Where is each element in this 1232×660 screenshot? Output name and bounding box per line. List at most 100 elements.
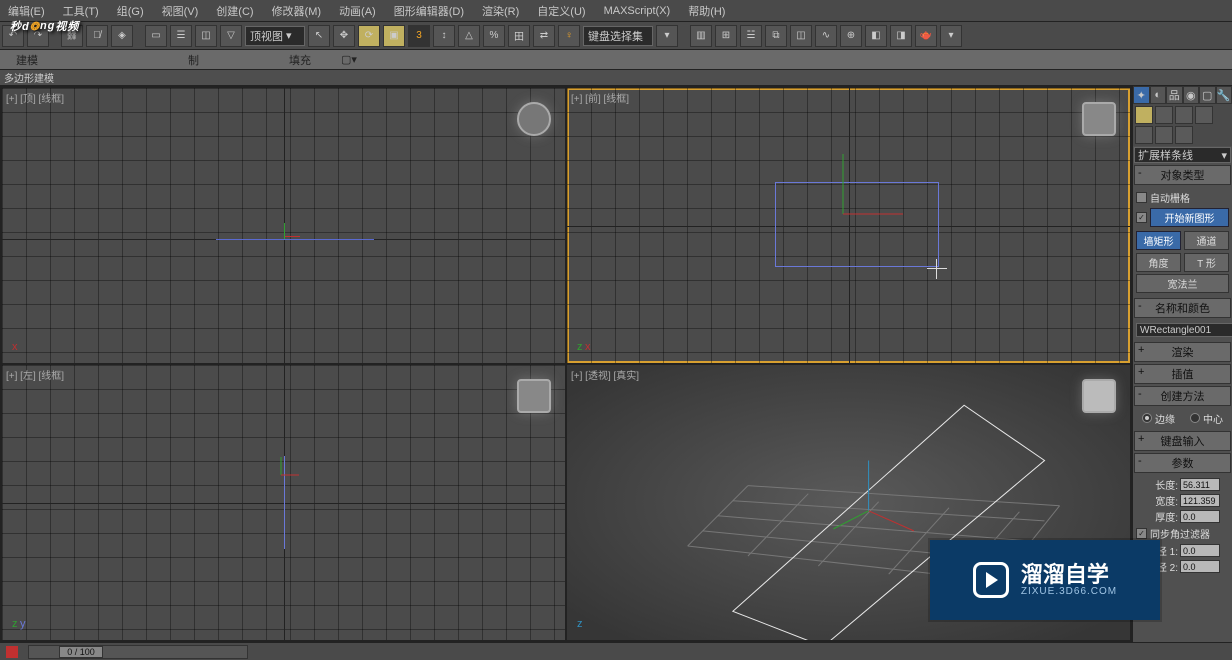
corner-radius2-input[interactable] bbox=[1180, 560, 1220, 573]
angle-button[interactable]: 角度 bbox=[1136, 253, 1181, 272]
object-name-input[interactable] bbox=[1136, 323, 1232, 337]
align2-button[interactable]: ⊞ bbox=[715, 25, 737, 47]
render-setup-button[interactable]: ◧ bbox=[865, 25, 887, 47]
align-button[interactable]: ▥ bbox=[690, 25, 712, 47]
menu-group[interactable]: 组(G) bbox=[117, 3, 144, 19]
tab-motion[interactable]: ◉ bbox=[1183, 86, 1200, 104]
ribbon-fill[interactable]: 填充 bbox=[289, 52, 311, 68]
menu-create[interactable]: 创建(C) bbox=[216, 3, 253, 19]
cat-shapes-icon[interactable] bbox=[1155, 106, 1173, 124]
shape-type-dropdown[interactable]: 扩展样条线▾ bbox=[1134, 147, 1231, 163]
rollout-interp[interactable]: +插值 bbox=[1134, 364, 1231, 384]
viewport-top-label[interactable]: [+] [顶] [线框] bbox=[6, 90, 64, 105]
hierarchy-button[interactable]: 田 bbox=[508, 25, 530, 47]
viewcube-top[interactable] bbox=[517, 102, 551, 136]
rollout-object-type[interactable]: -对象类型 bbox=[1134, 165, 1231, 185]
bind-button[interactable]: ◈ bbox=[111, 25, 133, 47]
menu-grapheditor[interactable]: 图形编辑器(D) bbox=[394, 3, 464, 19]
material-button[interactable]: ⊕ bbox=[840, 25, 862, 47]
named-selection[interactable]: 键盘选择集 bbox=[583, 26, 653, 46]
cat-cameras-icon[interactable] bbox=[1195, 106, 1213, 124]
menu-tools[interactable]: 工具(T) bbox=[63, 3, 99, 19]
select-obj-button[interactable]: ↖ bbox=[308, 25, 330, 47]
viewcube-persp[interactable] bbox=[1082, 379, 1116, 413]
render-frame-button[interactable]: ◨ bbox=[890, 25, 912, 47]
unlink-button[interactable]: ⛓̸ bbox=[86, 25, 108, 47]
viewport-front[interactable]: [+] [前] [线框] z x bbox=[567, 88, 1130, 363]
sub-ribbon[interactable]: 多边形建模 bbox=[0, 70, 1232, 86]
axis-y-button[interactable]: △ bbox=[458, 25, 480, 47]
menu-view[interactable]: 视图(V) bbox=[162, 3, 199, 19]
viewport-top[interactable]: [+] [顶] [线框] x bbox=[2, 88, 565, 363]
scale-button[interactable]: ▣ bbox=[383, 25, 405, 47]
time-slider-knob[interactable]: 0 / 100 bbox=[59, 646, 103, 658]
select-region-button[interactable]: ◫ bbox=[195, 25, 217, 47]
redo-button[interactable]: ↷ bbox=[27, 25, 49, 47]
dropdown-arrow[interactable]: ▾ bbox=[656, 25, 678, 47]
wall-rect-button[interactable]: 墙矩形 bbox=[1136, 231, 1181, 250]
menu-custom[interactable]: 自定义(U) bbox=[537, 3, 585, 19]
move-button[interactable]: ✥ bbox=[333, 25, 355, 47]
width-input[interactable] bbox=[1180, 494, 1220, 507]
menu-modifier[interactable]: 修改器(M) bbox=[272, 3, 322, 19]
percent-button[interactable]: % bbox=[483, 25, 505, 47]
render-button[interactable]: ▾ bbox=[940, 25, 962, 47]
rollout-create-method[interactable]: -创建方法 bbox=[1134, 386, 1231, 406]
tab-modify[interactable]: ◐ bbox=[1150, 86, 1167, 104]
thickness-input[interactable] bbox=[1180, 510, 1220, 523]
layers-button[interactable]: ☱ bbox=[740, 25, 762, 47]
tab-display[interactable]: ▢ bbox=[1199, 86, 1216, 104]
start-new-shape-button[interactable]: 开始新图形 bbox=[1150, 208, 1229, 227]
curve-editor-button[interactable]: ∿ bbox=[815, 25, 837, 47]
link-button[interactable]: ⛓ bbox=[61, 25, 83, 47]
layer2-button[interactable]: ⧉ bbox=[765, 25, 787, 47]
viewcube-left[interactable] bbox=[517, 379, 551, 413]
menu-render[interactable]: 渲染(R) bbox=[482, 3, 519, 19]
ribbon-copy[interactable]: 制 bbox=[188, 52, 199, 68]
axis-x-button[interactable]: ↕ bbox=[433, 25, 455, 47]
cat-helpers-icon[interactable] bbox=[1135, 126, 1153, 144]
viewport-persp-label[interactable]: [+] [透视] [真实] bbox=[571, 367, 639, 382]
ref-coord-button[interactable]: 3 bbox=[408, 25, 430, 47]
viewport-left-label[interactable]: [+] [左] [线框] bbox=[6, 367, 64, 382]
channel-button[interactable]: 通道 bbox=[1184, 231, 1229, 250]
undo-button[interactable]: ↶ bbox=[2, 25, 24, 47]
corner-radius1-input[interactable] bbox=[1180, 544, 1220, 557]
snap-toggle-button[interactable]: ♀ bbox=[558, 25, 580, 47]
cat-geometry-icon[interactable] bbox=[1135, 106, 1153, 124]
menu-anim[interactable]: 动画(A) bbox=[339, 3, 376, 19]
cat-systems-icon[interactable] bbox=[1175, 126, 1193, 144]
tab-hierarchy[interactable]: 品 bbox=[1166, 86, 1183, 104]
view-select[interactable]: 顶视图 ▾ bbox=[245, 26, 305, 46]
tab-create[interactable]: ✦ bbox=[1133, 86, 1150, 104]
rotate-button[interactable]: ⟳ bbox=[358, 25, 380, 47]
t-shape-button[interactable]: T 形 bbox=[1184, 253, 1229, 272]
mirror-button[interactable]: ⇄ bbox=[533, 25, 555, 47]
rollout-render[interactable]: +渲染 bbox=[1134, 342, 1231, 362]
tab-utilities[interactable]: 🔧 bbox=[1216, 86, 1232, 104]
radio-center[interactable] bbox=[1190, 413, 1200, 423]
menu-maxscript[interactable]: MAXScript(X) bbox=[604, 5, 671, 17]
menu-help[interactable]: 帮助(H) bbox=[688, 3, 725, 19]
time-slider[interactable]: 0 / 100 bbox=[28, 645, 248, 659]
ribbon-dropdown-icon[interactable]: ▢▾ bbox=[341, 53, 357, 66]
ribbon-tab-modeling[interactable]: 建模 bbox=[16, 52, 38, 68]
menu-edit[interactable]: 编辑(E) bbox=[8, 3, 45, 19]
cat-space-icon[interactable] bbox=[1155, 126, 1173, 144]
record-icon[interactable] bbox=[6, 646, 18, 658]
teapot-button[interactable]: 🫖 bbox=[915, 25, 937, 47]
rollout-keyboard-entry[interactable]: +键盘输入 bbox=[1134, 431, 1231, 451]
autogrid-checkbox[interactable] bbox=[1136, 192, 1147, 203]
length-input[interactable] bbox=[1180, 478, 1220, 491]
startnew-checkbox[interactable]: ✓ bbox=[1136, 212, 1147, 223]
sync-corner-checkbox[interactable]: ✓ bbox=[1136, 528, 1147, 539]
select-button[interactable]: ▭ bbox=[145, 25, 167, 47]
viewcube-front[interactable] bbox=[1082, 102, 1116, 136]
schematic-button[interactable]: ◫ bbox=[790, 25, 812, 47]
rollout-name-color[interactable]: -名称和颜色 bbox=[1134, 298, 1231, 318]
rollout-params[interactable]: -参数 bbox=[1134, 453, 1231, 473]
wide-flange-button[interactable]: 宽法兰 bbox=[1136, 274, 1229, 293]
viewport-front-label[interactable]: [+] [前] [线框] bbox=[571, 90, 629, 105]
select-name-button[interactable]: ☰ bbox=[170, 25, 192, 47]
radio-edge[interactable] bbox=[1142, 413, 1152, 423]
